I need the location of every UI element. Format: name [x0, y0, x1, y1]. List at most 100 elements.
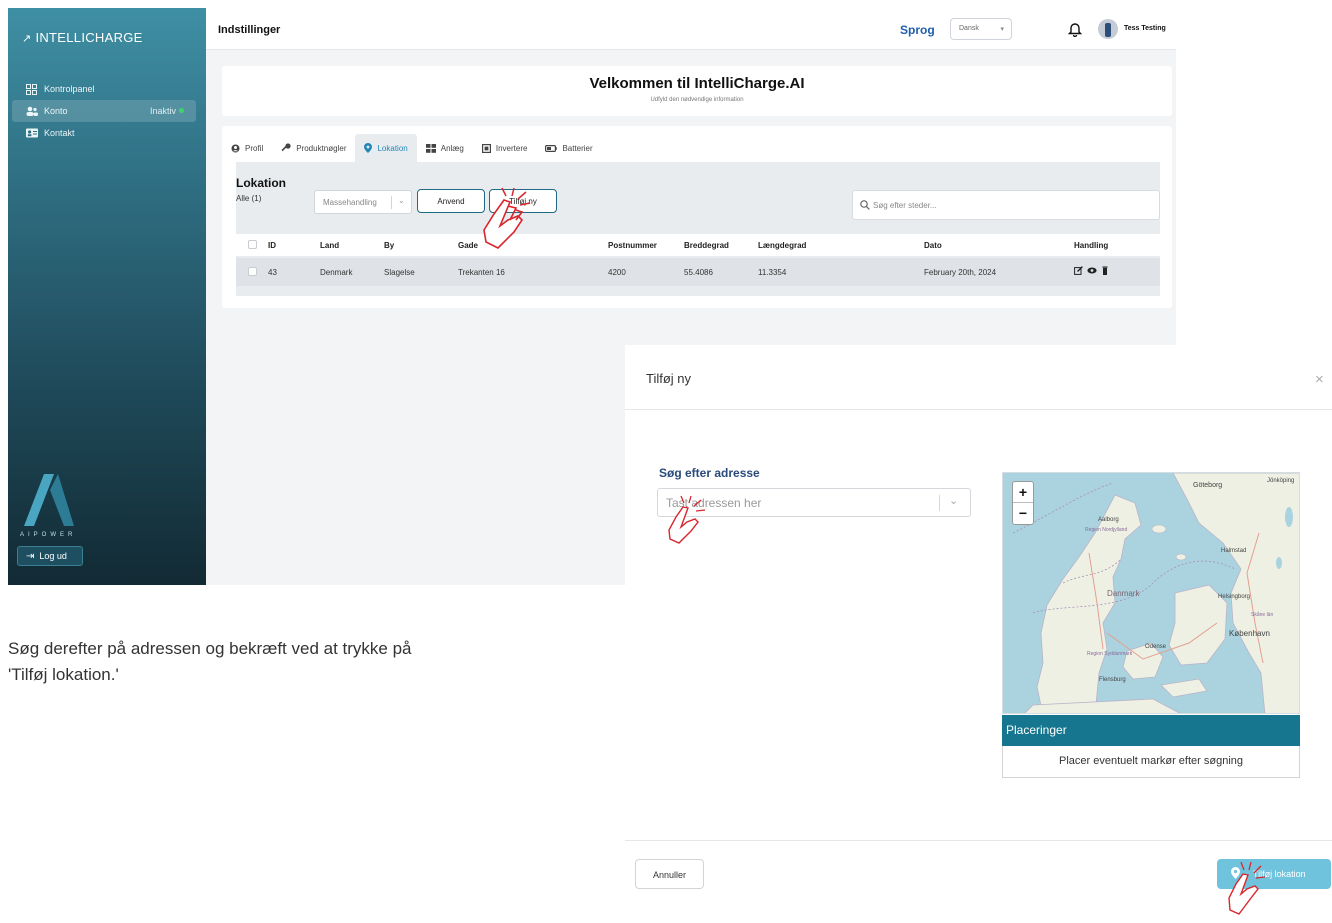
- zoom-in-button[interactable]: +: [1013, 482, 1033, 503]
- inverter-icon: [481, 143, 491, 153]
- select-divider: [939, 495, 940, 511]
- chevron-down-icon: ▾: [1000, 26, 1004, 33]
- cell-gade: Trekanten 16: [458, 268, 505, 277]
- map-label: Flensburg: [1099, 677, 1126, 683]
- sidebar-item-kontakt[interactable]: Kontakt: [12, 122, 196, 144]
- column-header[interactable]: Dato: [924, 241, 942, 250]
- logout-label: Log ud: [39, 551, 67, 561]
- chevron-down-icon: ⌄: [398, 196, 405, 205]
- logout-button[interactable]: ⇥ Log ud: [17, 546, 83, 566]
- zoom-control: + −: [1012, 481, 1034, 525]
- row-actions: [1074, 266, 1109, 277]
- tab-batterier[interactable]: Batterier: [536, 134, 601, 162]
- cell-laengdegrad: 11.3354: [758, 268, 787, 277]
- tab-anlaeg[interactable]: Anlæg: [417, 134, 473, 162]
- tab-produktnogler[interactable]: Produktnøgler: [272, 134, 355, 162]
- map-label: Danmark: [1107, 589, 1140, 598]
- apply-button[interactable]: Anvend: [417, 189, 485, 213]
- cell-land: Denmark: [320, 268, 353, 277]
- language-value: Dansk: [959, 25, 979, 32]
- search-placeholder: Søg efter steder...: [873, 201, 937, 210]
- column-header[interactable]: ID: [268, 241, 276, 250]
- welcome-title: Velkommen til IntelliCharge.AI: [589, 75, 805, 92]
- key-icon: [281, 143, 291, 153]
- column-header[interactable]: Land: [320, 241, 339, 250]
- filter-all[interactable]: Alle (1): [236, 194, 261, 203]
- map-pin-icon: [364, 143, 373, 153]
- settings-panel: Profil Produktnøgler Lokation Anlæg Inve…: [222, 126, 1172, 308]
- brand[interactable]: ↗︎ INTELLICHARGE: [22, 30, 143, 45]
- search-places-input[interactable]: Søg efter steder...: [852, 190, 1160, 220]
- trash-icon[interactable]: [1101, 266, 1109, 277]
- tab-label: Produktnøgler: [296, 143, 347, 153]
- tab-invertere[interactable]: Invertere: [473, 134, 537, 162]
- solar-panel-icon: [425, 143, 436, 153]
- tab-label: Batterier: [562, 143, 593, 153]
- cell-postnummer: 4200: [608, 268, 626, 277]
- map[interactable]: Göteborg Jönköping Aalborg Region Nordjy…: [1002, 472, 1300, 714]
- map-canvas: [1003, 473, 1299, 713]
- eye-icon[interactable]: [1087, 266, 1097, 277]
- user-name[interactable]: Tess Testing: [1124, 25, 1166, 32]
- map-label: Region Nordjylland: [1085, 527, 1128, 533]
- map-label: Halmstad: [1221, 548, 1247, 554]
- sidebar-item-label: Kontakt: [44, 128, 75, 138]
- filter-label: Alle: [236, 194, 250, 203]
- logo-text: AIPOWER: [20, 532, 77, 538]
- column-header[interactable]: By: [384, 241, 394, 250]
- grid-icon: [26, 84, 38, 95]
- search-icon: [860, 200, 870, 212]
- cell-id: 43: [268, 268, 277, 277]
- map-label: Göteborg: [1193, 482, 1223, 489]
- sidebar-item-label: Kontrolpanel: [44, 84, 95, 94]
- address-search-label: Søg efter adresse: [659, 466, 760, 480]
- map-label: Aalborg: [1098, 517, 1119, 523]
- section-title: Lokation: [236, 176, 286, 190]
- tab-profil[interactable]: Profil: [222, 134, 272, 162]
- column-header[interactable]: Længdegrad: [758, 241, 806, 250]
- select-all-checkbox[interactable]: [248, 240, 257, 249]
- map-label: Region Syddanmark: [1087, 651, 1133, 657]
- places-body: Placer eventuelt markør efter søgning: [1002, 746, 1300, 778]
- cell-breddegrad: 55.4086: [684, 268, 713, 277]
- chevron-down-icon: ⌄: [949, 495, 959, 507]
- click-hand-cursor: [665, 495, 711, 552]
- location-section: Lokation Alle (1) Massehandling ⌄ Anvend…: [236, 162, 1160, 296]
- click-hand-cursor: [478, 186, 538, 257]
- divider: [625, 409, 1332, 410]
- edit-icon[interactable]: [1074, 266, 1083, 277]
- column-header[interactable]: Gade: [458, 241, 478, 250]
- table-row[interactable]: 43 Denmark Slagelse Trekanten 16 4200 55…: [236, 258, 1160, 286]
- click-hand-cursor: [1225, 860, 1271, 923]
- column-header: Handling: [1074, 241, 1109, 250]
- zoom-out-button[interactable]: −: [1013, 503, 1033, 524]
- filter-count: (1): [251, 194, 262, 203]
- welcome-card: Velkommen til IntelliCharge.AI Udfyld de…: [222, 66, 1172, 116]
- sidebar-item-kontrolpanel[interactable]: Kontrolpanel: [12, 78, 196, 100]
- column-header[interactable]: Breddegrad: [684, 241, 729, 250]
- bulk-action-select[interactable]: Massehandling ⌄: [314, 190, 412, 214]
- external-link-icon: ↗︎: [22, 33, 32, 45]
- avatar[interactable]: [1098, 19, 1118, 39]
- status-dot: [179, 108, 184, 113]
- language-label: Sprog: [900, 23, 935, 37]
- sidebar-item-konto[interactable]: Konto Inaktiv: [12, 100, 196, 122]
- bell-icon[interactable]: [1067, 22, 1083, 42]
- logout-icon: ⇥: [26, 550, 35, 562]
- user-circle-icon: [231, 144, 240, 153]
- cancel-button[interactable]: Annuller: [635, 859, 704, 889]
- column-header[interactable]: Postnummer: [608, 241, 657, 250]
- tab-lokation[interactable]: Lokation: [355, 134, 417, 162]
- close-icon[interactable]: ×: [1315, 371, 1324, 388]
- sidebar-item-label: Konto: [44, 106, 68, 116]
- contact-card-icon: [26, 128, 38, 138]
- places-header: Placeringer: [1002, 715, 1300, 746]
- users-icon: [26, 106, 38, 116]
- tab-label: Anlæg: [440, 143, 464, 153]
- row-checkbox[interactable]: [248, 267, 257, 276]
- map-label: Jönköping: [1267, 478, 1295, 484]
- status-badge: Inaktiv: [149, 106, 176, 116]
- language-select[interactable]: Dansk ▾: [950, 18, 1012, 40]
- instruction-caption: Søg derefter på adressen og bekræft ved …: [8, 639, 412, 684]
- cell-by: Slagelse: [384, 268, 415, 277]
